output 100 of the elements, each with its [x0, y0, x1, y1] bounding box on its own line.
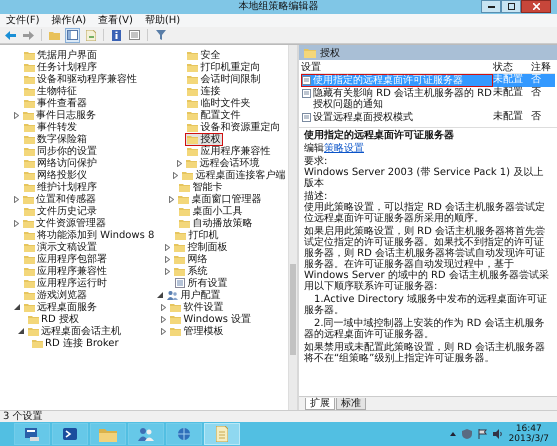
flag-icon[interactable]: [478, 429, 487, 439]
menu-item[interactable]: 帮助(H): [144, 14, 180, 26]
folder-icon: [24, 62, 35, 72]
menu-item[interactable]: 文件(F): [6, 14, 40, 26]
tree-item[interactable]: 游戏浏览器: [22, 288, 90, 302]
tree-item[interactable]: RD 连接 Broker: [30, 336, 122, 350]
tree-item[interactable]: 远程会话环境: [184, 156, 262, 170]
tree-item[interactable]: 桌面窗口管理器: [176, 192, 264, 206]
expanded-arrow-icon[interactable]: [157, 292, 164, 298]
collapsed-arrow-icon[interactable]: [161, 328, 166, 334]
setting-row[interactable]: 设置远程桌面授权模式 未配置 否: [301, 111, 555, 124]
tree-item[interactable]: 维护计划程序: [22, 180, 100, 194]
tree-item[interactable]: 会话时间限制: [185, 72, 264, 86]
collapsed-arrow-icon[interactable]: [165, 256, 170, 262]
collapsed-arrow-icon[interactable]: [177, 160, 182, 166]
tree-item[interactable]: 应用程序运行时: [22, 276, 110, 290]
tree-item[interactable]: 用户配置: [165, 288, 224, 302]
tree-item[interactable]: 自动播放策略: [177, 216, 256, 230]
taskbar-button[interactable]: [14, 423, 50, 445]
setting-name: 隐藏有关影响 RD 会话主机服务器的 RD 授权问题的通知: [301, 87, 493, 111]
tree-item[interactable]: 智能卡: [177, 180, 226, 194]
tree-item[interactable]: 任务计划程序: [22, 60, 100, 74]
help-button[interactable]: [109, 28, 124, 42]
column-header[interactable]: 设置: [301, 62, 493, 73]
expanded-arrow-icon[interactable]: [14, 304, 20, 310]
tree-item[interactable]: 文件历史记录: [22, 204, 100, 218]
tree-item[interactable]: 远程桌面连接客户端: [180, 168, 288, 182]
tree-item[interactable]: 所有设置: [173, 276, 230, 290]
filter-button[interactable]: [153, 28, 168, 42]
tree-item[interactable]: 生物特征: [22, 84, 80, 98]
tree-item[interactable]: 临时文件夹: [185, 96, 254, 110]
policy-settings-link[interactable]: 策略设置: [324, 143, 364, 154]
tree-item[interactable]: 事件查看器: [22, 96, 90, 110]
tree-item[interactable]: 授权: [185, 132, 224, 146]
taskbar-button[interactable]: [166, 423, 202, 445]
tree-item[interactable]: 连接: [185, 84, 224, 98]
collapsed-arrow-icon[interactable]: [161, 304, 166, 310]
tree-item[interactable]: 演示文稿设置: [22, 240, 100, 254]
tree-item[interactable]: 数字保险箱: [22, 132, 90, 146]
folder-icon: [49, 30, 60, 40]
collapsed-arrow-icon[interactable]: [161, 316, 166, 322]
tree-item[interactable]: 系统: [172, 264, 210, 278]
collapsed-arrow-icon[interactable]: [14, 220, 19, 226]
collapsed-arrow-icon[interactable]: [14, 112, 19, 118]
tree-item[interactable]: 事件转发: [22, 120, 80, 134]
caret-icon[interactable]: [450, 432, 456, 436]
maximize-icon: [508, 3, 514, 10]
column-header[interactable]: 注释: [531, 62, 555, 73]
minimize-button[interactable]: [481, 0, 501, 13]
tree-item[interactable]: 桌面小工具: [177, 204, 246, 218]
export-button[interactable]: [83, 28, 98, 42]
menu-item[interactable]: 查看(V): [98, 14, 133, 26]
view-tab[interactable]: 标准: [336, 398, 366, 410]
tree-item[interactable]: 文件资源管理器: [21, 216, 109, 230]
tree-item[interactable]: 应用程序兼容性: [22, 264, 110, 278]
speaker-icon[interactable]: [492, 429, 503, 439]
tree-item[interactable]: 网络投影仪: [22, 168, 90, 182]
taskbar-button[interactable]: [128, 423, 164, 445]
properties-button[interactable]: [127, 28, 142, 42]
tree-item[interactable]: 打印机重定向: [185, 60, 264, 74]
tree-item[interactable]: 凭据用户界面: [22, 48, 100, 62]
collapsed-arrow-icon[interactable]: [169, 196, 174, 202]
folder-icon: [99, 426, 117, 442]
column-header[interactable]: 状态: [493, 62, 531, 73]
tree-item[interactable]: 远程桌面会话主机: [26, 324, 124, 338]
collapsed-arrow-icon[interactable]: [14, 196, 19, 202]
tree-item[interactable]: 安全: [185, 48, 224, 62]
tree-item[interactable]: Windows 设置: [168, 312, 254, 326]
scrollbar[interactable]: [288, 45, 298, 410]
show-tree-button[interactable]: [65, 28, 80, 42]
setting-row[interactable]: 隐藏有关影响 RD 会话主机服务器的 RD 授权问题的通知 未配置 否: [301, 87, 555, 111]
folder-icon: [24, 206, 35, 216]
collapsed-arrow-icon[interactable]: [165, 244, 170, 250]
tree-item[interactable]: 软件设置: [168, 300, 226, 314]
taskbar-button[interactable]: [52, 423, 88, 445]
tree-item[interactable]: 应用程序兼容性: [185, 144, 274, 158]
tree-item[interactable]: 管理模板: [168, 324, 226, 338]
view-tab[interactable]: 扩展: [305, 398, 335, 410]
shield-icon[interactable]: [462, 429, 472, 439]
collapsed-arrow-icon[interactable]: [165, 268, 170, 274]
tree-item[interactable]: 控制面板: [172, 240, 230, 254]
tree-item[interactable]: 事件日志服务: [21, 108, 99, 122]
folder-icon: [186, 158, 198, 168]
tree-item[interactable]: 远程桌面服务: [22, 300, 100, 314]
close-button[interactable]: [521, 0, 551, 13]
tree-item[interactable]: 打印机: [173, 228, 222, 242]
tree-item[interactable]: 网络: [172, 252, 210, 266]
tree-item[interactable]: 配置文件: [185, 108, 244, 122]
tree-item[interactable]: 设备和资源重定向: [185, 120, 284, 134]
tree-item[interactable]: 网络访问保护: [22, 156, 100, 170]
tree-item[interactable]: RD 授权: [26, 312, 82, 326]
tree-item[interactable]: 将功能添加到 Windows 8: [22, 228, 158, 242]
expanded-arrow-icon[interactable]: [18, 328, 24, 334]
tree-item[interactable]: 应用程序包部署: [22, 252, 110, 266]
collapsed-arrow-icon[interactable]: [173, 172, 178, 178]
menu-item[interactable]: 操作(A): [52, 14, 86, 26]
maximize-button[interactable]: [501, 0, 521, 13]
tree-item[interactable]: 位置和传感器: [21, 192, 99, 206]
tree-item[interactable]: 同步你的设置: [22, 144, 100, 158]
tree-item[interactable]: 设备和驱动程序兼容性: [22, 72, 140, 86]
